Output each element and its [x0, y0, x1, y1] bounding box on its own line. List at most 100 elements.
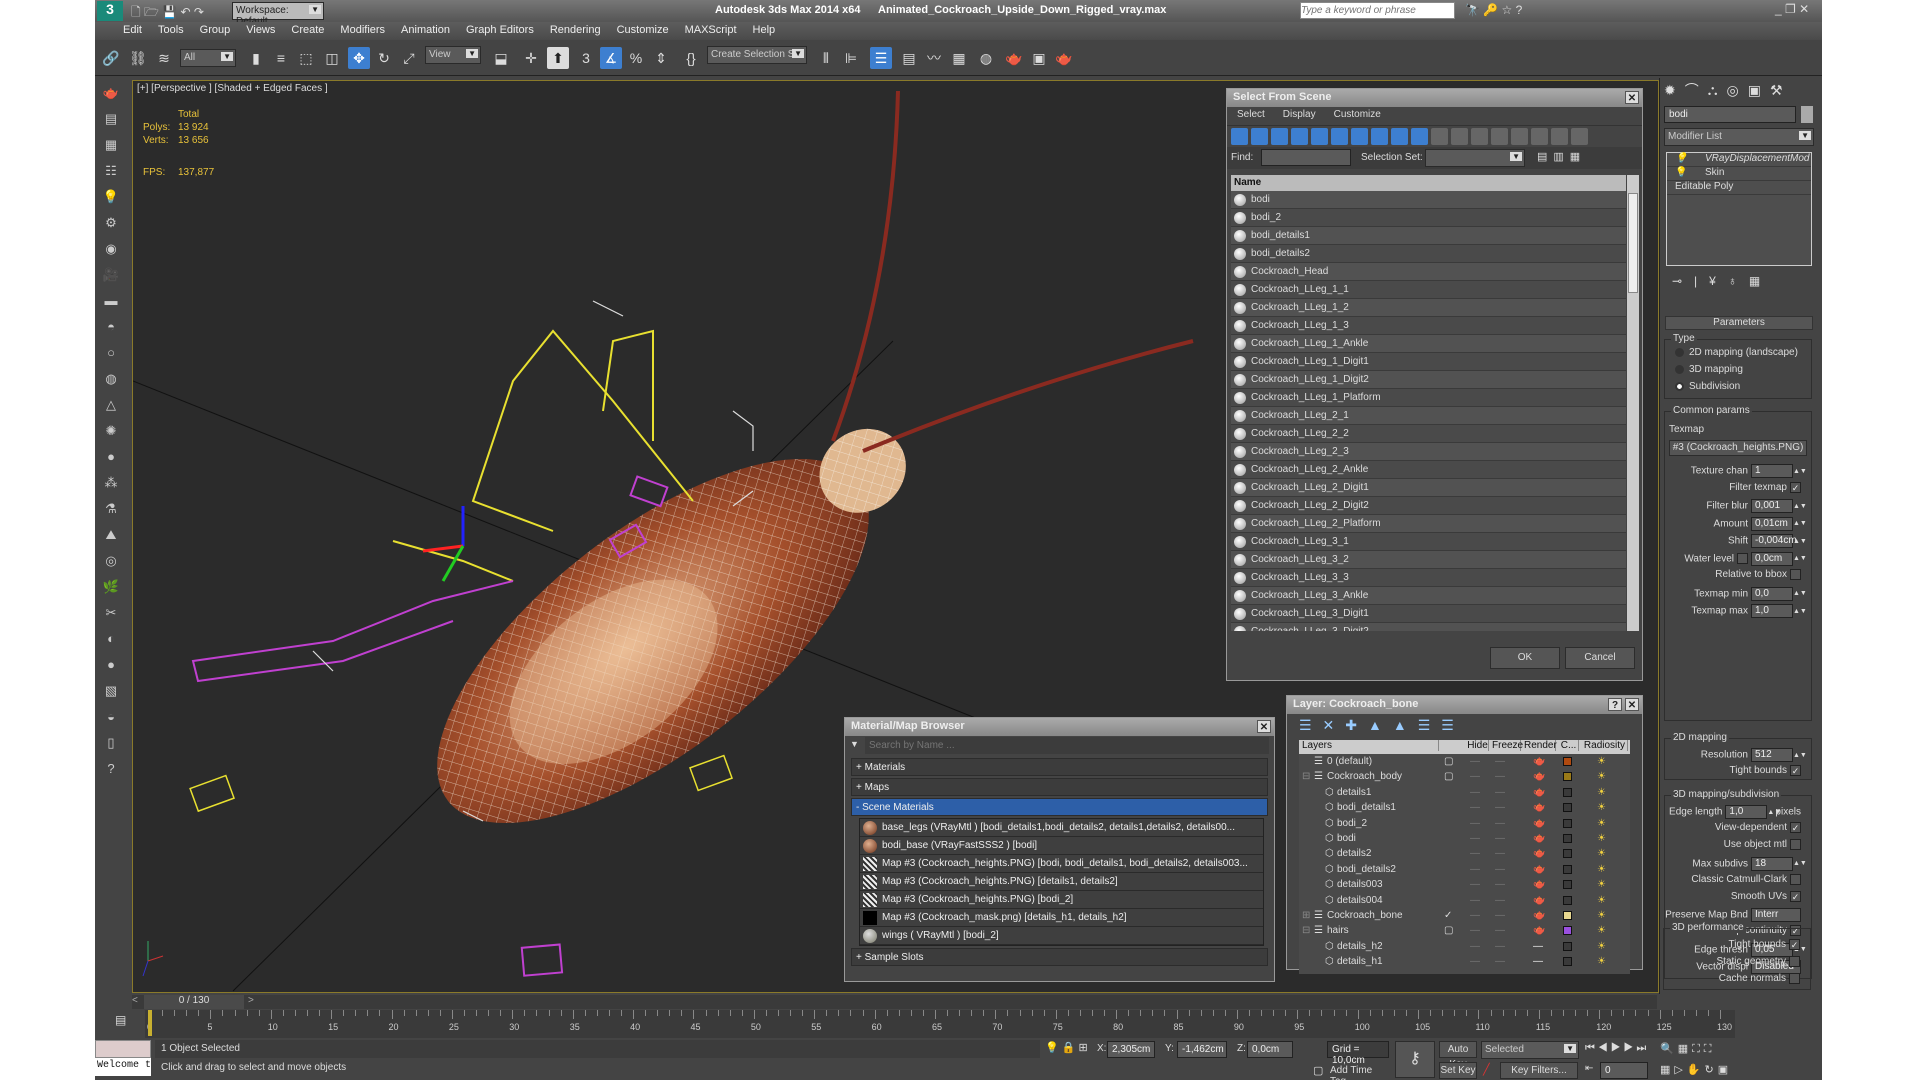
layer-row[interactable]: ⬡ details_h1 — — — ☀	[1299, 954, 1630, 969]
name-column-header[interactable]: Name	[1231, 175, 1626, 191]
layer-name[interactable]: bodi_2	[1337, 816, 1367, 831]
freeze-toggle[interactable]: —	[1495, 939, 1505, 954]
param-value[interactable]: 1,0	[1751, 604, 1793, 618]
left-tool-icon[interactable]: ▬	[100, 290, 122, 312]
texmap-button[interactable]: #3 (Cockroach_heights.PNG)	[1669, 440, 1807, 456]
freeze-toggle[interactable]: —	[1495, 800, 1505, 815]
left-tool-icon[interactable]: ◐	[100, 628, 122, 650]
hide-toggle[interactable]: —	[1470, 831, 1480, 846]
current-layer-toggle[interactable]: ▢	[1444, 923, 1453, 938]
schematic-view-icon[interactable]: ▦	[948, 47, 970, 69]
spinner[interactable]: ▲▼	[1793, 860, 1807, 867]
scene-object-row[interactable]: Cockroach_LLeg_1_Platform	[1231, 389, 1626, 407]
freeze-toggle[interactable]: —	[1495, 893, 1505, 908]
layer-row[interactable]: ⬡ bodi_details2 — — 🫖 ☀	[1299, 862, 1630, 877]
filter-toggle-icon[interactable]	[1331, 128, 1348, 145]
column-header-5[interactable]: C...	[1556, 740, 1579, 751]
left-tool-icon[interactable]: 🌿	[100, 576, 122, 598]
param-checkbox[interactable]: ✓	[1790, 765, 1801, 776]
current-frame-field[interactable]: 0	[1600, 1062, 1648, 1079]
app-logo-icon[interactable]: 3	[97, 1, 123, 21]
layer-row[interactable]: ☰ 0 (default) ▢ — — 🫖 ☀	[1299, 754, 1630, 769]
radiosity-icon[interactable]: ☀	[1597, 846, 1606, 861]
info-center-icons[interactable]: 🔭 🔑 ☆ ?	[1465, 3, 1522, 17]
modifier-list-dropdown[interactable]: Modifier List	[1664, 128, 1814, 146]
next-frame-icon[interactable]: >	[248, 995, 254, 1006]
scene-object-row[interactable]: Cockroach_LLeg_3_Digit1	[1231, 605, 1626, 623]
viewport-nav-controls-2[interactable]: ▦▷✋↻▣	[1660, 1063, 1732, 1076]
modifier-stack-item[interactable]: Editable Poly	[1667, 181, 1811, 195]
scene-object-row[interactable]: Cockroach_LLeg_2_Digit1	[1231, 479, 1626, 497]
search-by-name-input[interactable]	[865, 737, 1269, 754]
expand-toggle-icon[interactable]: ⊟	[1302, 769, 1310, 784]
material-row[interactable]: Map #3 (Cockroach_heights.PNG) [bodi_2]	[860, 891, 1263, 909]
param-value[interactable]: 0,0cm	[1751, 551, 1793, 566]
time-tag-icon[interactable]: ▢	[1313, 1064, 1323, 1077]
layer-name[interactable]: details003	[1337, 877, 1383, 892]
render-toggle-icon[interactable]: 🫖	[1533, 862, 1545, 877]
curve-editor-icon[interactable]: 〰	[923, 47, 945, 69]
current-layer-toggle[interactable]: ▢	[1444, 769, 1453, 784]
freeze-toggle[interactable]: —	[1495, 862, 1505, 877]
freeze-toggle[interactable]: —	[1495, 769, 1505, 784]
render-toggle-icon[interactable]: 🫖	[1533, 923, 1545, 938]
layer-row[interactable]: ⬡ bodi_details1 — — 🫖 ☀	[1299, 800, 1630, 815]
layer-color-swatch[interactable]	[1563, 833, 1572, 843]
layer-row[interactable]: ⬡ details003 — — 🫖 ☀	[1299, 877, 1630, 892]
filter-toggle-icon[interactable]	[1431, 128, 1448, 145]
mirror-icon[interactable]: ⫴	[815, 47, 837, 69]
edit-named-selection-icon[interactable]: {}	[680, 47, 702, 69]
playback-controls[interactable]: ⏮◀▶▶⏭	[1585, 1042, 1649, 1055]
select-rotate-icon[interactable]: ↻	[373, 47, 395, 69]
close-icon[interactable]: ✕	[1257, 720, 1271, 733]
menu-tools[interactable]: Tools	[150, 22, 192, 38]
close-icon[interactable]: ✕	[1625, 698, 1639, 711]
menu-maxscript[interactable]: MAXScript	[677, 22, 745, 38]
render-toggle-icon[interactable]: 🫖	[1533, 785, 1545, 800]
layer-row[interactable]: ⬡ bodi — — 🫖 ☀	[1299, 831, 1630, 846]
scene-object-row[interactable]: bodi_details1	[1231, 227, 1626, 245]
left-tool-icon[interactable]: 🎥	[100, 264, 122, 286]
type-option-2[interactable]: Subdivision	[1675, 381, 1811, 398]
window-controls[interactable]: _ ❐ ✕	[1775, 2, 1809, 16]
filter-toggle-icon[interactable]	[1531, 128, 1548, 145]
material-row[interactable]: base_legs (VRayMtl ) [bodi_details1,bodi…	[860, 819, 1263, 837]
isolate-lock-icons[interactable]: 💡 🔒 ⊞	[1045, 1041, 1088, 1054]
param-checkbox[interactable]	[1790, 873, 1801, 885]
scene-object-row[interactable]: bodi_2	[1231, 209, 1626, 227]
scene-object-row[interactable]: Cockroach_LLeg_2_3	[1231, 443, 1626, 461]
render-toggle-icon[interactable]: 🫖	[1533, 754, 1545, 769]
param-checkbox[interactable]	[1790, 569, 1801, 580]
named-selection-dropdown[interactable]: Create Selection Se	[707, 46, 807, 64]
hide-toggle[interactable]: —	[1470, 939, 1480, 954]
left-tool-icon[interactable]: ◒	[100, 706, 122, 728]
key-mode-dropdown[interactable]: Selected	[1481, 1041, 1579, 1059]
help-search-input[interactable]	[1300, 2, 1455, 19]
render-toggle-icon[interactable]: 🫖	[1533, 800, 1545, 815]
param-checkbox[interactable]	[1737, 553, 1748, 564]
param-checkbox[interactable]: ✓	[1790, 822, 1801, 834]
left-tool-icon[interactable]: 💡	[100, 186, 122, 208]
key-mode-toggle-icon[interactable]: ⇤	[1585, 1063, 1593, 1074]
lightbulb-icon[interactable]: 💡	[1675, 153, 1687, 164]
menu-animation[interactable]: Animation	[393, 22, 458, 38]
spinner[interactable]: ▲▼	[1793, 555, 1807, 562]
render-toggle-icon[interactable]: 🫖	[1533, 893, 1545, 908]
command-panel-tabs[interactable]: ✹⌒⛬◎▣⚒	[1664, 80, 1792, 100]
filter-toggle-icon[interactable]	[1351, 128, 1368, 145]
column-header-6[interactable]: Radiosity	[1579, 740, 1628, 751]
spinner[interactable]: ▲▼	[1793, 503, 1807, 510]
scene-object-row[interactable]: Cockroach_LLeg_3_3	[1231, 569, 1626, 587]
material-row[interactable]: bodi_base (VRayFastSSS2 ) [bodi]	[860, 837, 1263, 855]
select-move-icon[interactable]: ✥	[348, 47, 370, 69]
filter-toggle-icon[interactable]	[1451, 128, 1468, 145]
layer-row[interactable]: ⬡ details_h2 — — — ☀	[1299, 939, 1630, 954]
filter-toggle-icon[interactable]	[1251, 128, 1268, 145]
cancel-button[interactable]: Cancel	[1565, 647, 1635, 669]
snaps-toggle-icon[interactable]: 3	[575, 47, 597, 69]
group-materials[interactable]: + Materials	[851, 758, 1268, 776]
reference-coord-dropdown[interactable]: View	[425, 46, 481, 64]
render-toggle-icon[interactable]: 🫖	[1533, 769, 1545, 784]
scene-object-row[interactable]: Cockroach_LLeg_2_2	[1231, 425, 1626, 443]
percent-snap-icon[interactable]: %	[625, 47, 647, 69]
